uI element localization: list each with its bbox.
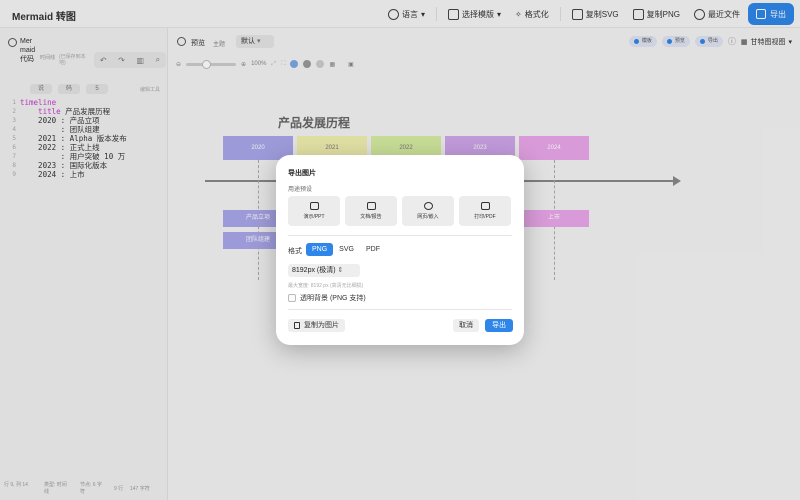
preset-document[interactable]: 文档/报告 <box>345 196 397 226</box>
preset-label: 文档/报告 <box>360 214 382 220</box>
cancel-button[interactable]: 取消 <box>453 319 479 332</box>
transparent-option[interactable]: 透明背景 (PNG 支持) <box>288 293 366 303</box>
size-value: 8192px (极清) <box>292 267 336 274</box>
export-dialog: 导出图片 用途预设 演示/PPT 文档/报告 网页/嵌入 打印/PDF 格式 P… <box>276 155 524 345</box>
preset-label: 网页/嵌入 <box>417 214 439 220</box>
preset-section-label: 用途预设 <box>288 187 313 193</box>
preset-list: 演示/PPT 文档/报告 网页/嵌入 打印/PDF <box>288 196 511 226</box>
size-select[interactable]: 8192px (极清) ⇕ <box>288 264 360 277</box>
format-png[interactable]: PNG <box>306 243 334 256</box>
transparent-label: 透明背景 (PNG 支持) <box>300 295 366 302</box>
preset-presentation[interactable]: 演示/PPT <box>288 196 340 226</box>
printer-icon <box>480 202 490 210</box>
globe-icon <box>423 202 433 210</box>
format-pdf[interactable]: PDF <box>360 243 386 256</box>
divider <box>288 309 512 310</box>
copy-as-image-button[interactable]: 复制为图片 <box>288 319 345 332</box>
confirm-export-button[interactable]: 导出 <box>485 319 513 332</box>
preset-print[interactable]: 打印/PDF <box>459 196 511 226</box>
format-segmented-control: PNG SVG PDF <box>306 243 386 256</box>
copy-label: 复制为图片 <box>304 322 339 329</box>
format-svg[interactable]: SVG <box>333 243 360 256</box>
chevron-updown-icon: ⇕ <box>337 267 344 274</box>
format-label: 格式 <box>288 248 302 255</box>
size-hint: 最大宽度: 8192 px (高清无比细损) <box>288 283 364 289</box>
dialog-title: 导出图片 <box>288 170 316 177</box>
document-icon <box>366 202 376 210</box>
preset-web[interactable]: 网页/嵌入 <box>402 196 454 226</box>
copy-icon <box>294 322 300 329</box>
preset-label: 打印/PDF <box>474 214 496 220</box>
play-icon <box>309 202 319 210</box>
divider <box>288 235 512 236</box>
transparent-checkbox[interactable] <box>288 294 296 302</box>
preset-label: 演示/PPT <box>303 214 325 220</box>
